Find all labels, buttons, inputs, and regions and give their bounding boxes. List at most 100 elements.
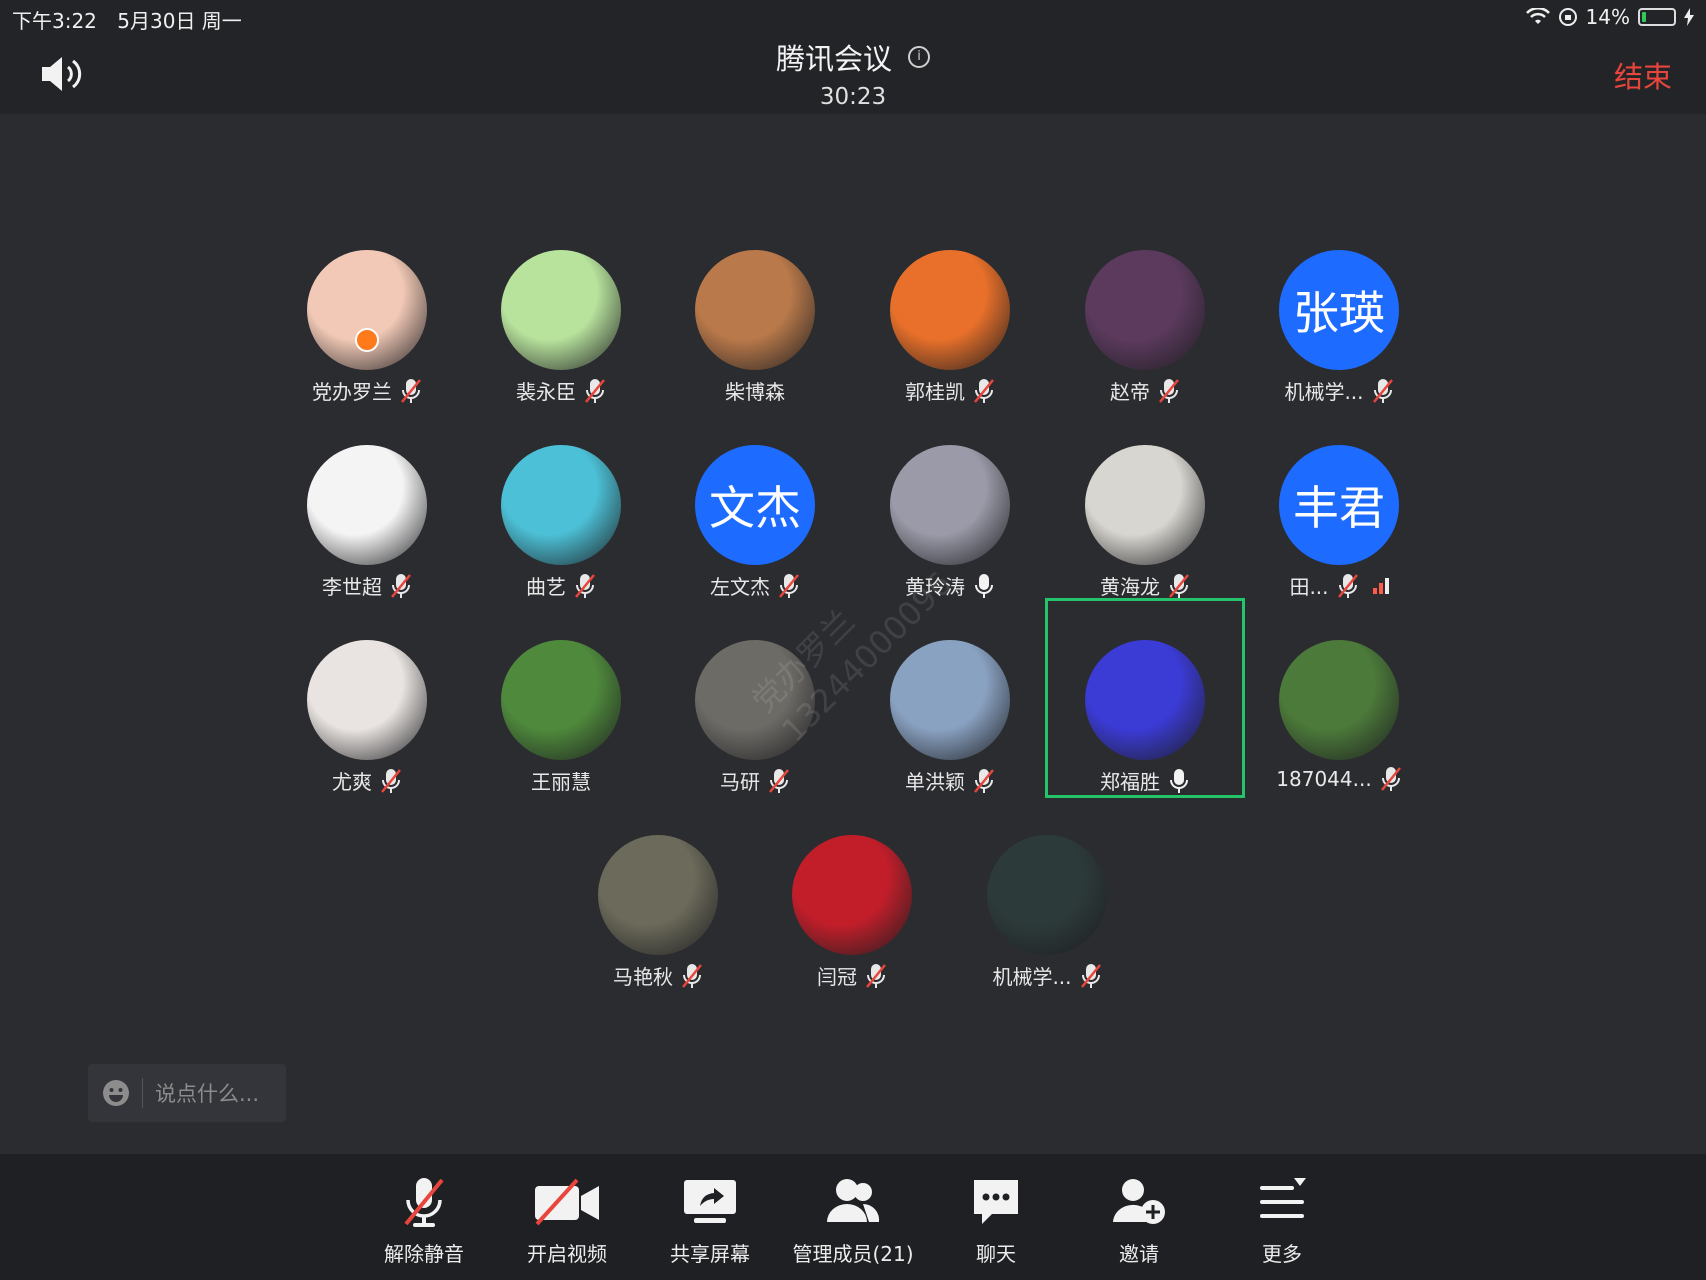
participant-name: 单洪颖: [905, 770, 965, 794]
participant-name: 李世超: [322, 575, 382, 599]
wifi-icon: [1525, 8, 1550, 24]
participant-tile[interactable]: 裴永臣: [466, 226, 656, 405]
avatar: [1085, 250, 1205, 370]
start-video-button[interactable]: 开启视频: [496, 1154, 639, 1280]
mic-muted-icon: [1337, 573, 1358, 598]
participant-name: 机械学...: [1284, 380, 1364, 404]
status-time: 下午3:22: [12, 9, 97, 33]
participant-name: 机械学...: [992, 965, 1072, 989]
participant-name-row: 黄海龙: [1050, 571, 1240, 600]
meeting-title: 腾讯会议: [775, 42, 892, 76]
participant-name-row: 王丽慧: [466, 766, 656, 795]
participant-tile[interactable]: 尤爽: [272, 616, 462, 795]
chat-button[interactable]: 聊天: [925, 1154, 1068, 1280]
avatar: [501, 250, 621, 370]
emoji-icon[interactable]: [102, 1079, 130, 1107]
avatar: [307, 445, 427, 565]
battery-percent: 14%: [1585, 5, 1630, 29]
participant-tile[interactable]: 郭桂凯: [855, 226, 1045, 405]
mic-muted-icon: [974, 378, 994, 403]
mic-muted-icon: [682, 963, 702, 988]
avatar: [501, 640, 621, 760]
mic-muted-icon: [1169, 573, 1189, 598]
participant-name-row: 尤爽: [272, 766, 462, 795]
network-signal-icon: [1372, 577, 1389, 594]
participant-tile[interactable]: 王丽慧: [466, 616, 656, 795]
mic-muted-icon: [1372, 378, 1393, 403]
participant-name-row: 柴博森: [660, 376, 850, 405]
avatar: [598, 835, 718, 955]
participant-tile[interactable]: 187044...: [1244, 616, 1434, 792]
unmute-button[interactable]: 解除静音: [353, 1154, 496, 1280]
video-off-icon: [535, 1178, 599, 1226]
manage-members-button[interactable]: 管理成员(21): [782, 1154, 925, 1280]
mic-muted-icon: [779, 573, 799, 598]
manage-members-label: 管理成员(21): [792, 1242, 914, 1266]
avatar: [307, 640, 427, 760]
participant-name-row: 郭桂凯: [855, 376, 1045, 405]
battery-icon: [1638, 8, 1676, 26]
avatar: [1085, 445, 1205, 565]
participant-tile[interactable]: 李世超: [272, 421, 462, 600]
participant-name-row: 裴永臣: [466, 376, 656, 405]
participant-name-row: 单洪颖: [855, 766, 1045, 795]
participant-tile[interactable]: 曲艺: [466, 421, 656, 600]
more-label: 更多: [1262, 1242, 1302, 1266]
active-speaker-frame: [1045, 598, 1245, 798]
participant-name-row: 田...: [1244, 571, 1434, 600]
chat-icon: [974, 1180, 1018, 1224]
avatar: 文杰: [695, 445, 815, 565]
avatar: [890, 250, 1010, 370]
chat-divider: [142, 1078, 143, 1108]
participant-name: 裴永臣: [516, 380, 576, 404]
share-screen-button[interactable]: 共享屏幕: [639, 1154, 782, 1280]
participant-name-row: 曲艺: [466, 571, 656, 600]
share-screen-icon: [684, 1180, 736, 1223]
invite-icon: [1113, 1179, 1165, 1224]
status-date: 5月30日 周一: [117, 9, 242, 33]
mic-on-icon: [975, 573, 993, 598]
participant-name-row: 机械学...: [952, 961, 1142, 990]
participant-tile[interactable]: 张瑛 机械学...: [1244, 226, 1434, 405]
participant-name-row: 马艳秋: [563, 961, 753, 990]
unmute-label: 解除静音: [384, 1242, 464, 1266]
more-button[interactable]: 更多: [1211, 1154, 1354, 1280]
participant-tile[interactable]: 柴博森: [660, 226, 850, 405]
mic-muted-icon: [391, 573, 411, 598]
participant-tile[interactable]: 马艳秋: [563, 811, 753, 990]
participant-name-row: 闫冠: [757, 961, 947, 990]
participant-tile[interactable]: 闫冠: [757, 811, 947, 990]
participant-tile[interactable]: 赵帝: [1050, 226, 1240, 405]
start-video-label: 开启视频: [527, 1242, 607, 1266]
info-icon[interactable]: i: [908, 46, 930, 68]
participant-tile[interactable]: 文杰 左文杰: [660, 421, 850, 600]
participant-name-row: 党办罗兰: [272, 376, 462, 405]
meeting-header: 腾讯会议 i 30:23 结束: [0, 34, 1706, 114]
mic-muted-icon: [1159, 378, 1179, 403]
avatar: [987, 835, 1107, 955]
participant-name-row: 左文杰: [660, 571, 850, 600]
participant-name: 马艳秋: [613, 965, 673, 989]
avatar: [307, 250, 427, 370]
participant-tile[interactable]: 党办罗兰: [272, 226, 462, 405]
invite-button[interactable]: 邀请: [1068, 1154, 1211, 1280]
participant-name: 187044...: [1276, 767, 1372, 791]
participant-name: 柴博森: [725, 380, 785, 404]
mic-muted-icon: [769, 768, 789, 793]
members-icon: [827, 1179, 880, 1222]
participant-name: 田...: [1289, 575, 1329, 599]
avatar: [792, 835, 912, 955]
participant-tile[interactable]: 黄海龙: [1050, 421, 1240, 600]
participant-name-row: 马研: [660, 766, 850, 795]
participant-name: 党办罗兰: [312, 380, 392, 404]
rotation-lock-icon: [1558, 8, 1577, 26]
participant-name: 王丽慧: [531, 770, 591, 794]
participant-name-row: 赵帝: [1050, 376, 1240, 405]
participant-name: 闫冠: [817, 965, 857, 989]
participant-tile[interactable]: 丰君 田...: [1244, 421, 1434, 600]
mic-muted-icon: [401, 378, 421, 403]
participant-tile[interactable]: 机械学...: [952, 811, 1142, 990]
end-meeting-button[interactable]: 结束: [1614, 54, 1672, 96]
chat-input[interactable]: 说点什么...: [88, 1064, 286, 1122]
participant-name: 赵帝: [1110, 380, 1150, 404]
